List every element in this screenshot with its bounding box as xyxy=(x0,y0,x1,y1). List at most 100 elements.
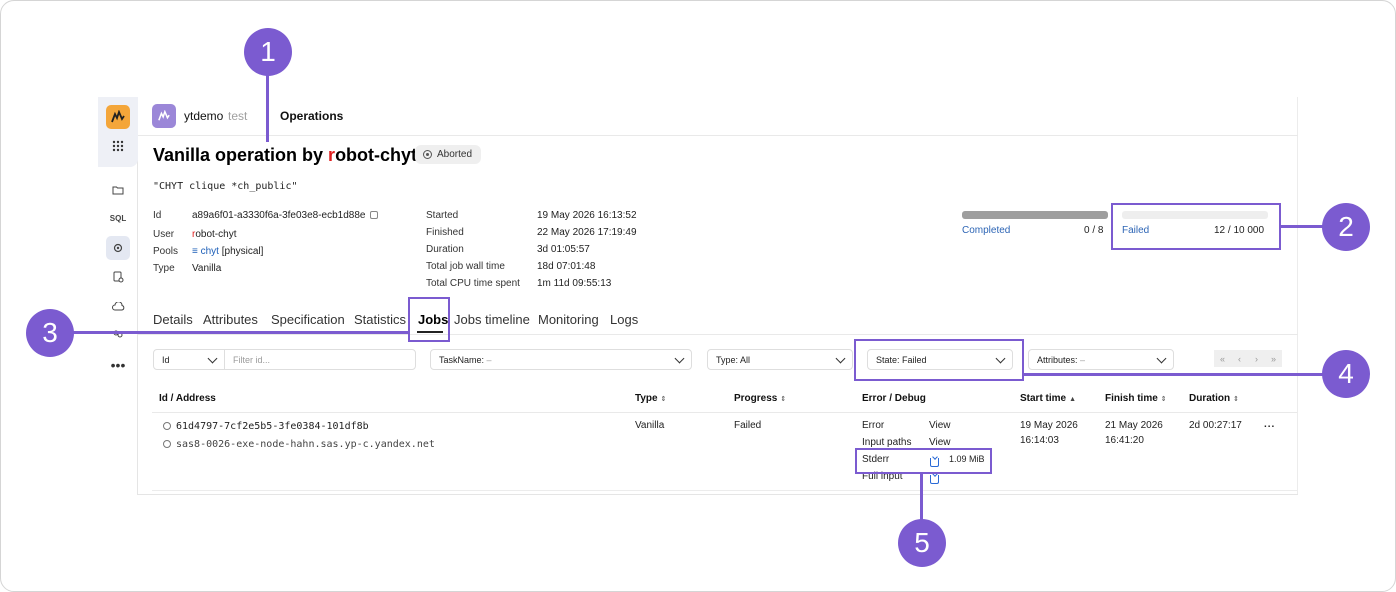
pager-first-button[interactable]: « xyxy=(1214,350,1231,367)
sort-icon[interactable]: ⇕ xyxy=(1161,395,1167,403)
tab-specification[interactable]: Specification xyxy=(271,312,345,327)
column-header-start-time[interactable]: Start time ▲ xyxy=(1020,393,1076,404)
tab-jobs-timeline[interactable]: Jobs timeline xyxy=(454,312,530,327)
document-lock-icon[interactable] xyxy=(106,265,130,289)
callout-5-box xyxy=(855,448,992,474)
attributes-value: – xyxy=(1080,354,1086,365)
tab-logs[interactable]: Logs xyxy=(610,312,638,327)
app-logo-icon[interactable] xyxy=(106,105,130,129)
debug-input-paths-label: Input paths xyxy=(862,437,912,448)
cluster-logo-icon[interactable] xyxy=(152,104,176,128)
tab-statistics[interactable]: Statistics xyxy=(354,312,406,327)
sort-icon[interactable]: ⇕ xyxy=(1233,395,1239,403)
apps-grid-icon[interactable] xyxy=(106,134,130,158)
copy-icon[interactable] xyxy=(163,440,171,448)
title-user-initial[interactable]: r xyxy=(328,145,335,165)
callout-3-line xyxy=(72,331,408,334)
tab-monitoring[interactable]: Monitoring xyxy=(538,312,599,327)
title-user-rest[interactable]: obot-chyt xyxy=(335,145,417,165)
callout-1-badge: 1 xyxy=(244,28,292,76)
column-header-duration-label: Duration xyxy=(1189,393,1231,404)
meta-label-user: User xyxy=(153,229,175,240)
meta-value-user[interactable]: robot-chyt xyxy=(192,229,236,240)
callout-2-box xyxy=(1111,203,1281,250)
tab-attributes[interactable]: Attributes xyxy=(203,312,258,327)
task-name-select[interactable]: TaskName: – xyxy=(430,349,692,370)
pager-prev-button[interactable]: ‹ xyxy=(1231,350,1248,367)
column-header-finish-label: Finish time xyxy=(1105,393,1158,404)
operation-id: a89a6f01-a3330f6a-3fe03e8-ecb1d88e xyxy=(192,210,366,221)
meta-value-wall-time: 18d 07:01:48 xyxy=(537,261,596,272)
screenshot-frame xyxy=(0,0,1396,592)
folder-icon[interactable] xyxy=(106,178,130,202)
job-address-text: sas8-0026-exe-node-hahn.sas.yp-c.yandex.… xyxy=(176,439,435,450)
meta-value-type: Vanilla xyxy=(192,263,222,274)
operations-icon[interactable] xyxy=(106,236,130,260)
completed-progress-fill xyxy=(962,211,1108,219)
meta-label-pools: Pools xyxy=(153,246,179,257)
header-divider xyxy=(138,135,1298,136)
task-name-value: – xyxy=(486,354,492,365)
callout-5-line xyxy=(920,474,923,520)
breadcrumb-operations[interactable]: Operations xyxy=(280,109,343,123)
cluster-env: test xyxy=(228,109,248,123)
cloud-icon[interactable] xyxy=(106,294,130,318)
meta-label-id: Id xyxy=(153,210,162,221)
type-select[interactable]: Type: All xyxy=(707,349,853,370)
job-duration: 2d 00:27:17 xyxy=(1189,420,1242,431)
column-header-start-label: Start time xyxy=(1020,393,1067,404)
sort-icon[interactable]: ⇕ xyxy=(780,395,786,403)
sort-asc-icon[interactable]: ▲ xyxy=(1069,396,1076,403)
column-header-type-label: Type xyxy=(635,393,658,404)
more-icon[interactable]: ••• xyxy=(106,353,130,377)
pager-next-button[interactable]: › xyxy=(1248,350,1265,367)
copy-icon[interactable] xyxy=(369,211,378,220)
operation-query: "CHYT clique *ch_public" xyxy=(153,181,298,192)
debug-input-paths-view-link[interactable]: View xyxy=(929,437,951,448)
callout-4-badge: 4 xyxy=(1322,350,1370,398)
copy-icon[interactable] xyxy=(163,422,171,430)
page-title: Vanilla operation by robot-chyt xyxy=(153,145,417,166)
pool-link[interactable]: chyt xyxy=(201,246,219,257)
job-id[interactable]: 61d4797-7cf2e5b5-3fe0384-101df8b xyxy=(163,421,369,432)
users-icon[interactable] xyxy=(106,323,130,347)
tab-details[interactable]: Details xyxy=(153,312,193,327)
job-address[interactable]: sas8-0026-exe-node-hahn.sas.yp-c.yandex.… xyxy=(163,439,435,450)
id-filter-input[interactable]: Filter id... xyxy=(224,349,416,370)
debug-error-label: Error xyxy=(862,420,885,431)
meta-label-type: Type xyxy=(153,263,175,274)
attributes-select[interactable]: Attributes: – xyxy=(1028,349,1174,370)
sql-icon[interactable]: SQL xyxy=(106,206,130,230)
stop-circle-icon xyxy=(423,150,432,159)
callout-5-badge: 5 xyxy=(898,519,946,567)
cluster-name[interactable]: ytdemo xyxy=(184,109,223,123)
id-field-select[interactable]: Id xyxy=(153,349,225,370)
status-label: Aborted xyxy=(437,149,473,160)
user-rest[interactable]: obot-chyt xyxy=(195,229,236,240)
table-row-divider xyxy=(152,490,1297,491)
column-header-finish-time[interactable]: Finish time ⇕ xyxy=(1105,393,1167,404)
meta-value-pools: ≡ chyt [physical] xyxy=(192,246,263,257)
callout-1-line xyxy=(266,70,269,142)
meta-value-finished: 22 May 2026 17:19:49 xyxy=(537,227,637,238)
pager-last-button[interactable]: » xyxy=(1265,350,1282,367)
column-header-duration[interactable]: Duration ⇕ xyxy=(1189,393,1239,404)
callout-2-line xyxy=(1281,225,1323,228)
chevron-down-icon xyxy=(835,353,846,364)
debug-error-view-link[interactable]: View xyxy=(929,420,951,431)
chevron-down-icon xyxy=(207,353,218,364)
meta-label-duration: Duration xyxy=(426,244,464,255)
completed-count: 0 / 8 xyxy=(1084,225,1104,236)
sort-icon[interactable]: ⇕ xyxy=(661,395,667,403)
meta-label-cpu-time: Total CPU time spent xyxy=(426,278,520,289)
column-header-progress[interactable]: Progress ⇕ xyxy=(734,393,786,404)
navigation-rail: SQL ••• xyxy=(98,97,138,495)
column-header-type[interactable]: Type ⇕ xyxy=(635,393,666,404)
callout-4-line xyxy=(1024,373,1324,376)
completed-label[interactable]: Completed xyxy=(962,225,1010,236)
download-icon[interactable] xyxy=(930,475,939,484)
meta-label-finished: Finished xyxy=(426,227,464,238)
callout-4-box xyxy=(854,339,1024,381)
row-actions-button[interactable]: ... xyxy=(1264,419,1275,430)
column-header-debug: Error / Debug xyxy=(862,393,926,404)
